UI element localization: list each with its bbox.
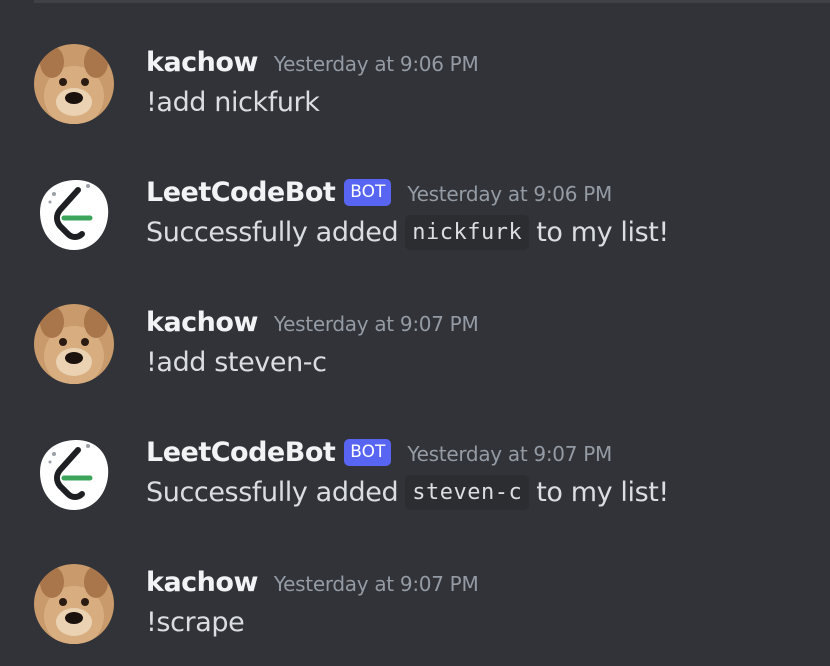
timestamp[interactable]: Yesterday at 9:06 PM	[274, 48, 479, 76]
timestamp[interactable]: Yesterday at 9:06 PM	[407, 178, 612, 206]
message-header: LeetCodeBot BOT Yesterday at 9:06 PM	[146, 174, 612, 210]
username[interactable]: LeetCodeBot	[146, 437, 336, 468]
message-content: Successfully added nickfurk to my list!	[146, 212, 669, 252]
bot-tag-badge: BOT	[344, 438, 392, 466]
message-content: !add steven-c	[146, 342, 327, 382]
message-header: kachow Yesterday at 9:06 PM	[146, 44, 479, 80]
message-text-after: to my list!	[536, 476, 669, 508]
message-header: kachow Yesterday at 9:07 PM	[146, 564, 479, 600]
message-text: !scrape	[146, 606, 245, 638]
message-text: !add steven-c	[146, 346, 327, 378]
message-header: LeetCodeBot BOT Yesterday at 9:07 PM	[146, 434, 612, 470]
message-item: kachow Yesterday at 9:07 PM !scrape	[0, 564, 830, 664]
username[interactable]: kachow	[146, 47, 258, 78]
username[interactable]: LeetCodeBot	[146, 177, 336, 208]
message-content: !scrape	[146, 602, 245, 642]
message-content: Successfully added steven-c to my list!	[146, 472, 669, 512]
message-text-after: to my list!	[536, 216, 669, 248]
top-divider	[34, 0, 830, 3]
message-text: !add nickfurk	[146, 86, 320, 118]
message-text-before: Successfully added	[146, 216, 399, 248]
leetcode-bot-avatar-icon[interactable]	[34, 434, 114, 514]
timestamp[interactable]: Yesterday at 9:07 PM	[407, 438, 612, 466]
message-header: kachow Yesterday at 9:07 PM	[146, 304, 479, 340]
message-item: kachow Yesterday at 9:06 PM !add nickfur…	[0, 44, 830, 144]
inline-code: nickfurk	[405, 214, 530, 250]
message-item: kachow Yesterday at 9:07 PM !add steven-…	[0, 304, 830, 404]
dog-avatar-icon[interactable]	[34, 564, 114, 644]
message-item: LeetCodeBot BOT Yesterday at 9:06 PM Suc…	[0, 174, 830, 274]
dog-avatar-icon[interactable]	[34, 304, 114, 384]
message-content: !add nickfurk	[146, 82, 320, 122]
dog-avatar-icon[interactable]	[34, 44, 114, 124]
leetcode-bot-avatar-icon[interactable]	[34, 174, 114, 254]
inline-code: steven-c	[405, 474, 530, 510]
timestamp[interactable]: Yesterday at 9:07 PM	[274, 308, 479, 336]
timestamp[interactable]: Yesterday at 9:07 PM	[274, 568, 479, 596]
username[interactable]: kachow	[146, 567, 258, 598]
username[interactable]: kachow	[146, 307, 258, 338]
message-text-before: Successfully added	[146, 476, 399, 508]
bot-tag-badge: BOT	[344, 178, 392, 206]
message-item: LeetCodeBot BOT Yesterday at 9:07 PM Suc…	[0, 434, 830, 534]
